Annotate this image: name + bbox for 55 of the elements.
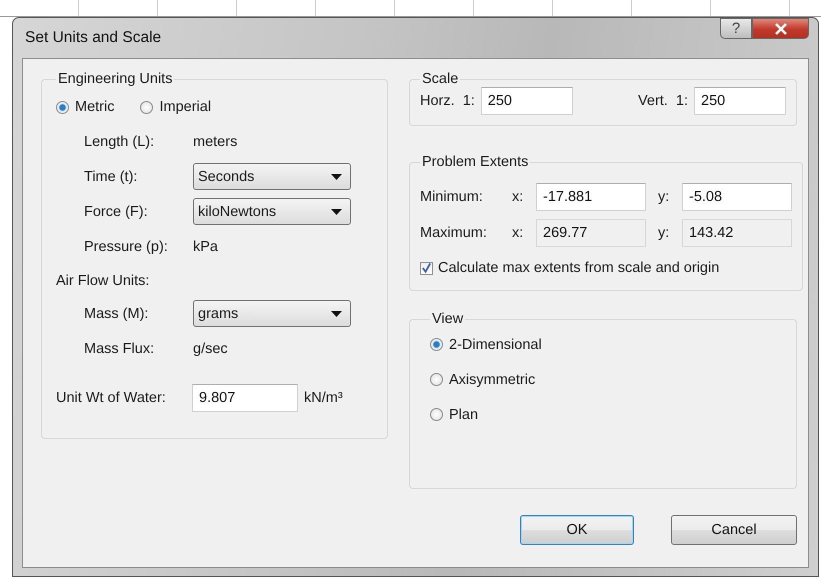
dropdown[interactable]: Seconds: [193, 163, 351, 190]
radio-button[interactable]: [430, 338, 443, 351]
field-value: g/sec: [193, 340, 229, 356]
axis-label: x:: [512, 189, 524, 205]
field-label: Horz. 1:: [420, 93, 475, 109]
window-title: Set Units and Scale: [24, 29, 162, 47]
field-label: Vert. 1:: [638, 93, 688, 109]
field-label: Force (F):: [84, 204, 149, 220]
field-label: Pressure (p):: [84, 238, 169, 254]
axis-label: y:: [658, 225, 670, 241]
help-button[interactable]: ?: [720, 18, 752, 39]
input-field[interactable]: 250: [694, 87, 786, 115]
radio-label: Imperial: [159, 99, 212, 115]
field-value: meters: [193, 134, 238, 150]
caret-icon: [331, 310, 342, 316]
dropdown[interactable]: grams: [193, 300, 351, 327]
input-field: 269.77: [536, 219, 646, 247]
unit-label: kN/m³: [304, 390, 343, 406]
caret-icon: [331, 208, 342, 214]
radio-label: Axisymmetric: [449, 372, 536, 388]
axis-label: x:: [512, 225, 524, 241]
field-label: Mass Flux:: [84, 340, 156, 356]
field-value: kPa: [193, 238, 219, 254]
radio-button[interactable]: [56, 100, 69, 114]
checkbox[interactable]: [420, 262, 433, 274]
dropdown[interactable]: kiloNewtons: [193, 198, 351, 225]
group-title: Problem Extents: [421, 154, 530, 170]
input-field[interactable]: 250: [480, 87, 573, 115]
field-label: Maximum:: [420, 225, 488, 241]
radio-label: Metric: [75, 99, 114, 115]
axis-label: y:: [658, 189, 670, 205]
group-title: Scale: [421, 71, 460, 87]
radio-button[interactable]: [140, 100, 154, 114]
caret-icon: [331, 174, 342, 180]
section-label: Air Flow Units:: [56, 272, 150, 291]
field-label: Time (t):: [84, 168, 138, 184]
radio-label: 2-Dimensional: [449, 336, 542, 352]
field-label: Mass (M):: [84, 306, 150, 322]
input-field: 143.42: [682, 219, 792, 247]
input-field[interactable]: -17.881: [536, 183, 646, 211]
radio-button[interactable]: [430, 373, 443, 386]
input-field[interactable]: -5.08: [682, 183, 792, 211]
input-field[interactable]: 9.807: [192, 384, 298, 412]
group-title: Engineering Units: [57, 71, 174, 87]
checkbox-label: Calculate max extents from scale and origin: [438, 260, 720, 276]
close-icon: [774, 22, 788, 34]
radio-label: Plan: [449, 406, 478, 422]
field-label: Minimum:: [420, 189, 484, 205]
field-label: Unit Wt of Water:: [56, 390, 167, 406]
radio-button[interactable]: [430, 408, 443, 421]
dialog-button[interactable]: Cancel: [671, 515, 797, 545]
group-title: View: [431, 311, 464, 327]
field-label: Length (L):: [84, 134, 156, 150]
close-button[interactable]: [752, 18, 809, 39]
dialog-button[interactable]: OK: [520, 515, 634, 545]
